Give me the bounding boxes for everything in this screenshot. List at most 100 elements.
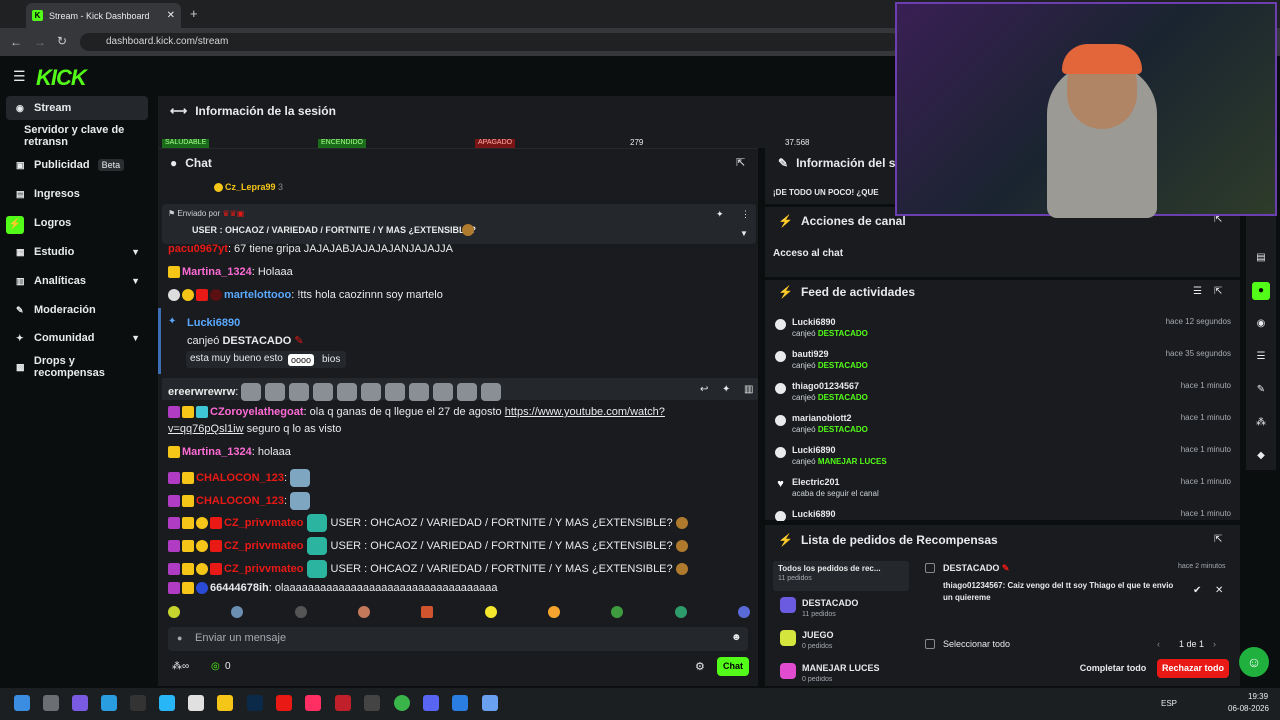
app-icon[interactable] bbox=[364, 695, 380, 711]
reward-category-name[interactable]: MANEJAR LUCES bbox=[802, 663, 880, 673]
emote-icon[interactable] bbox=[168, 606, 180, 618]
chat-username[interactable]: CHALOCON_123 bbox=[196, 472, 284, 484]
pinned-message[interactable] bbox=[162, 204, 756, 244]
browser-tab[interactable]: K Stream - Kick Dashboard ✕ bbox=[26, 3, 181, 28]
chat-username[interactable]: CZ_privvmateo bbox=[224, 563, 303, 575]
chat-username[interactable]: 66444678ih bbox=[210, 582, 269, 594]
photoshop-icon[interactable] bbox=[247, 695, 263, 711]
forward-icon[interactable]: → bbox=[34, 35, 46, 49]
popout-icon[interactable]: ⇱ bbox=[1214, 534, 1222, 545]
emote-icon[interactable] bbox=[231, 606, 244, 618]
pin-icon[interactable]: ✦ bbox=[722, 384, 730, 395]
sidebar-item-analiticas[interactable]: ▥ Analíticas ▼ bbox=[6, 269, 148, 293]
clock-date[interactable]: 06-08-2026 bbox=[1228, 704, 1269, 713]
all-rewards-filter[interactable]: Todos los pedidos de rec... 11 pedidos bbox=[773, 561, 909, 591]
sidebar-item-publicidad[interactable]: ▣ Publicidad Beta bbox=[6, 153, 148, 177]
feed-user[interactable]: thiago01234567 bbox=[792, 381, 859, 391]
popout-icon[interactable]: ⇱ bbox=[736, 156, 745, 169]
emote-icon[interactable] bbox=[674, 606, 687, 618]
gear-icon[interactable]: ⚙ bbox=[695, 660, 705, 673]
emote-icon[interactable] bbox=[294, 606, 307, 618]
app-icon[interactable] bbox=[159, 695, 175, 711]
reload-icon[interactable]: ↻ bbox=[57, 34, 67, 48]
redeem-username[interactable]: Lucki6890 bbox=[187, 317, 240, 329]
chat-access-action[interactable]: Acceso al chat bbox=[773, 248, 843, 259]
folder-icon[interactable] bbox=[217, 695, 233, 711]
chat-send-button[interactable]: Chat bbox=[717, 657, 749, 676]
app-icon[interactable] bbox=[188, 695, 204, 711]
reward-category-name[interactable]: DESTACADO bbox=[802, 598, 858, 608]
broadcast-icon[interactable]: ◉ bbox=[1252, 315, 1270, 333]
document-icon[interactable]: ▤ bbox=[1252, 249, 1270, 267]
chat-username[interactable]: CZ_privvmateo bbox=[224, 540, 303, 552]
sidebar-item-ingresos[interactable]: ▤ Ingresos bbox=[6, 182, 148, 206]
emote-icon[interactable] bbox=[357, 606, 370, 618]
lightning-icon[interactable]: ⚡ bbox=[6, 216, 24, 234]
emoji-icon[interactable]: ☻ bbox=[731, 632, 742, 643]
sidebar-item-server-key[interactable]: Servidor y clave de retransn bbox=[6, 124, 148, 148]
reward-category-name[interactable]: JUEGO bbox=[802, 630, 834, 640]
check-icon[interactable]: ✔ bbox=[1193, 585, 1201, 596]
clock-time[interactable]: 19:39 bbox=[1248, 692, 1268, 701]
filter-icon[interactable]: ☰ bbox=[1193, 286, 1202, 297]
back-icon[interactable]: ← bbox=[10, 35, 22, 49]
app-icon[interactable] bbox=[276, 695, 292, 711]
sidebar-item-logros[interactable]: ●Logros bbox=[6, 211, 148, 235]
request-user[interactable]: thiago01234567: bbox=[943, 581, 1005, 590]
chat-username[interactable]: CZoroyelathegoat bbox=[210, 406, 304, 418]
close-icon[interactable]: ✕ bbox=[1215, 585, 1223, 596]
emote-icon[interactable] bbox=[611, 606, 624, 618]
users-icon[interactable]: ⁂ bbox=[1252, 414, 1270, 432]
feed-user[interactable]: marianobiott2 bbox=[792, 413, 852, 423]
wrench-icon[interactable]: ✎ bbox=[1252, 381, 1270, 399]
app-icon[interactable] bbox=[72, 695, 88, 711]
feed-user[interactable]: Electric201 bbox=[792, 477, 840, 487]
stack-icon[interactable]: ☰ bbox=[1252, 348, 1270, 366]
chat-icon[interactable]: ● bbox=[1252, 282, 1270, 300]
windows-start-icon[interactable] bbox=[14, 695, 30, 711]
menu-icon[interactable]: ☰ bbox=[13, 68, 26, 85]
chat-username[interactable]: martelottooo bbox=[224, 289, 291, 301]
reject-all-button[interactable]: Rechazar todo bbox=[1157, 659, 1229, 678]
url-input[interactable]: dashboard.kick.com/stream bbox=[80, 33, 900, 51]
app-icon[interactable] bbox=[452, 695, 468, 711]
delete-icon[interactable]: ▥ bbox=[744, 384, 753, 395]
close-tab-icon[interactable]: ✕ bbox=[167, 10, 175, 21]
chrome-icon[interactable] bbox=[394, 695, 410, 711]
emote-icon[interactable] bbox=[547, 606, 560, 618]
language-indicator[interactable]: ESP bbox=[1161, 699, 1177, 708]
feed-user[interactable]: bauti929 bbox=[792, 349, 829, 359]
sidebar-item-drops[interactable]: ▩ Drops y recompensas bbox=[6, 355, 148, 379]
chat-username[interactable]: pacu0967yt bbox=[168, 243, 228, 255]
message-link[interactable]: v=qq76pQsl1iw bbox=[168, 423, 244, 435]
prev-page-icon[interactable]: ‹ bbox=[1157, 639, 1160, 649]
chat-username[interactable]: Martina_1324 bbox=[182, 266, 252, 278]
app-icon[interactable] bbox=[335, 695, 351, 711]
discord-icon[interactable] bbox=[423, 695, 439, 711]
sidebar-item-moderacion[interactable]: ✎ Moderación bbox=[6, 298, 148, 322]
chat-username[interactable]: ereerwrewrw bbox=[168, 386, 235, 398]
app-icon[interactable] bbox=[101, 695, 117, 711]
popout-icon[interactable]: ⇱ bbox=[1214, 286, 1222, 297]
sidebar-item-comunidad[interactable]: ✦ Comunidad ▼ bbox=[6, 326, 148, 350]
more-options-icon[interactable]: ⋮ bbox=[741, 209, 750, 220]
feed-user[interactable]: Lucki6890 bbox=[792, 445, 836, 455]
next-page-icon[interactable]: › bbox=[1213, 639, 1216, 649]
pin-icon[interactable]: ✦ bbox=[716, 209, 724, 220]
emote-icon[interactable] bbox=[484, 606, 497, 618]
shield-icon[interactable]: ◆ bbox=[1252, 447, 1270, 465]
app-icon[interactable] bbox=[305, 695, 321, 711]
chevron-down-icon[interactable]: ▼ bbox=[740, 229, 748, 238]
select-all-checkbox[interactable] bbox=[925, 639, 935, 649]
feed-user[interactable]: Lucki6890 bbox=[792, 317, 836, 327]
sidebar-item-stream[interactable]: ◉ Stream bbox=[6, 96, 148, 120]
help-icon[interactable]: ☺ bbox=[1239, 647, 1269, 677]
sidebar-item-estudio[interactable]: ▦ Estudio ▼ bbox=[6, 240, 148, 264]
emote-icon[interactable] bbox=[421, 606, 434, 618]
feed-user[interactable]: Lucki6890 bbox=[792, 509, 836, 519]
emote-icon[interactable] bbox=[737, 606, 750, 618]
app-icon[interactable] bbox=[482, 695, 498, 711]
new-tab-icon[interactable]: + bbox=[190, 6, 198, 21]
chat-username[interactable]: Cz_Lepra99 3 bbox=[214, 182, 283, 193]
chat-username[interactable]: CZ_privvmateo bbox=[224, 517, 303, 529]
